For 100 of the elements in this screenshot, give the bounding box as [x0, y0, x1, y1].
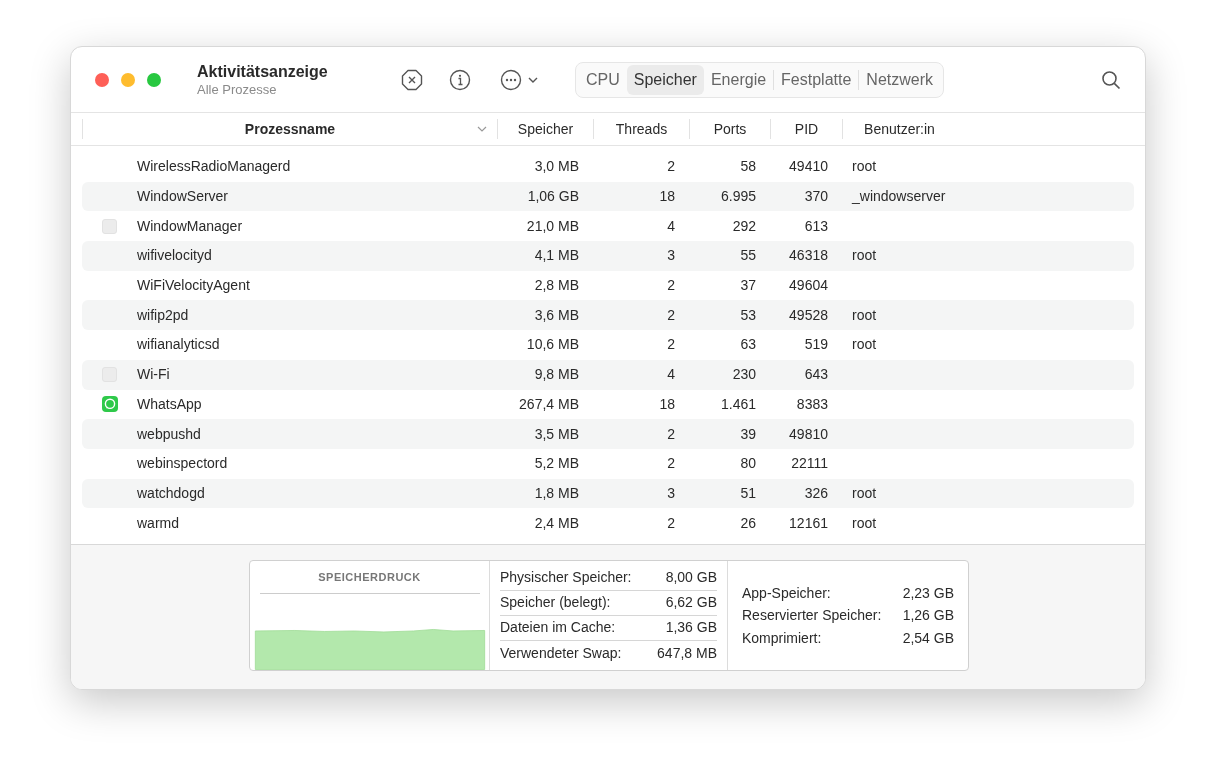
table-cell-text: 2,4 MB	[534, 513, 579, 533]
process-row[interactable]: wifianalyticsd 10,6 MB 2 63 519 root	[82, 330, 1134, 360]
window-title: Aktivitätsanzeige	[197, 61, 329, 82]
table-cell-text: 4	[667, 216, 675, 236]
info-button[interactable]	[448, 67, 472, 92]
stat-value: 1,26 GB	[902, 606, 954, 625]
process-row[interactable]: wifip2pd 3,6 MB 2 53 49528 root	[82, 300, 1134, 331]
table-cell-text: 55	[740, 246, 756, 266]
process-name: WindowServer	[137, 187, 229, 207]
table-cell-text: 63	[740, 335, 756, 355]
process-row[interactable]: webpushd 3,5 MB 2 39 49810	[82, 419, 1134, 449]
info-icon	[449, 68, 471, 91]
table-cell-text: 12161	[789, 513, 828, 533]
table-cell-text: 9,8 MB	[534, 365, 579, 385]
process-name: WirelessRadioManagerd	[137, 157, 291, 177]
tab[interactable]: Netzwerk	[859, 64, 941, 95]
table-cell-text: 2	[667, 276, 675, 296]
close-window-button[interactable]	[95, 72, 109, 87]
process-row[interactable]: WindowManager 21,0 MB 4 292 613	[82, 211, 1134, 242]
table-cell-text: 49604	[789, 276, 828, 296]
stop-icon	[401, 68, 423, 91]
stat-label: Speicher (belegt):	[500, 593, 611, 612]
table-cell-text: 292	[732, 216, 756, 236]
table-cell-text: 46318	[789, 246, 828, 266]
process-name: webinspectord	[137, 454, 228, 474]
process-name: Wi-Fi	[137, 365, 170, 385]
stat-label: Komprimiert:	[742, 628, 822, 648]
column-header[interactable]: Ports	[689, 119, 770, 139]
process-name: WhatsApp	[137, 394, 202, 414]
process-row[interactable]: WhatsApp 267,4 MB 18 1.461 8383	[82, 389, 1134, 420]
process-row[interactable]: WiFiVelocityAgent 2,8 MB 2 37 49604	[82, 270, 1134, 301]
process-row[interactable]: webinspectord 5,2 MB 2 80 22111	[82, 448, 1134, 479]
column-header[interactable]: Threads	[593, 119, 689, 139]
more-options-button[interactable]	[500, 67, 538, 92]
table-cell-text: root	[852, 157, 877, 177]
table-cell-text: root	[852, 513, 877, 533]
app-icon	[102, 218, 117, 234]
caret-icon	[528, 76, 538, 83]
tab[interactable]: CPU	[579, 64, 627, 95]
table-cell-text: 51	[740, 483, 756, 503]
table-cell-text: 80	[740, 454, 756, 474]
table-cell-text: _windowserver	[852, 187, 946, 207]
table-cell-text: 39	[740, 424, 756, 444]
table-cell-text: root	[852, 305, 877, 325]
stat-value: 2,54 GB	[902, 628, 954, 648]
stat-label: Verwendeter Swap:	[500, 643, 622, 663]
table-cell-text: 2	[667, 424, 675, 444]
column-header[interactable]: Prozessname	[82, 119, 497, 139]
process-row[interactable]: warmd 2,4 MB 2 26 12161 root	[82, 508, 1134, 538]
table-cell-text: 2	[667, 335, 675, 355]
process-row[interactable]: watchdogd 1,8 MB 3 51 326 root	[82, 478, 1134, 509]
stat-value: 6,62 GB	[665, 593, 717, 612]
tab[interactable]: Energie	[703, 64, 774, 95]
process-row[interactable]: WirelessRadioManagerd 3,0 MB 2 58 49410 root	[82, 152, 1134, 182]
table-cell-text: 18	[659, 187, 675, 207]
table-cell-text: 370	[804, 187, 828, 207]
table-cell-text: 1,06 GB	[527, 187, 579, 207]
stat-value: 647,8 MB	[657, 643, 717, 663]
table-cell-text: 2	[667, 157, 675, 177]
process-row[interactable]: wifivelocityd 4,1 MB 3 55 46318 root	[82, 241, 1134, 271]
table-cell-text: 49810	[789, 424, 828, 444]
column-header[interactable]: PID	[770, 119, 842, 139]
table-cell-text: 2,8 MB	[534, 276, 579, 296]
stat-value: 8,00 GB	[665, 568, 717, 587]
table-cell-text: 10,6 MB	[526, 335, 579, 355]
table-cell-text: 49410	[789, 157, 828, 177]
table-cell-text: 1,8 MB	[534, 483, 579, 503]
table-cell-text: 8383	[796, 394, 828, 414]
table-cell-text: 2	[667, 305, 675, 325]
stat-label: App-Speicher:	[742, 583, 831, 603]
more-icon	[500, 68, 522, 91]
table-cell-text: 49528	[789, 305, 828, 325]
table-cell-text: 3	[667, 246, 675, 266]
table-cell-text: 18	[659, 394, 675, 414]
process-name: wifivelocityd	[137, 246, 212, 266]
table-cell-text: 267,4 MB	[519, 394, 579, 414]
stop-process-button[interactable]	[400, 67, 424, 92]
process-name: warmd	[137, 513, 179, 533]
table-cell-text: 4	[667, 365, 675, 385]
process-row[interactable]: Wi-Fi 9,8 MB 4 230 643	[82, 359, 1134, 390]
tab[interactable]: Speicher	[626, 64, 704, 95]
table-cell-text: 3,5 MB	[534, 424, 579, 444]
table-cell-text: 53	[740, 305, 756, 325]
sort-caret-icon	[477, 126, 487, 132]
table-cell-text: 519	[804, 335, 828, 355]
table-cell-text: 4,1 MB	[534, 246, 579, 266]
column-header[interactable]: Benutzer:in	[842, 119, 956, 139]
table-cell-text: 643	[804, 365, 828, 385]
table-cell-text: 2	[667, 513, 675, 533]
tab[interactable]: Festplatte	[774, 64, 859, 95]
stat-value: 2,23 GB	[902, 583, 954, 603]
table-cell-text: 37	[740, 276, 756, 296]
window-subtitle: Alle Prozesse	[197, 81, 278, 98]
table-cell-text: 1.461	[720, 394, 756, 414]
search-icon[interactable]	[1101, 69, 1121, 90]
process-row[interactable]: WindowServer 1,06 GB 18 6.995 370 _windowserver	[82, 181, 1134, 212]
table-cell-text: 58	[740, 157, 756, 177]
column-header[interactable]: Speicher	[497, 119, 593, 139]
stat-label: Reservierter Speicher:	[742, 606, 882, 625]
table-cell-text: 5,2 MB	[534, 454, 579, 474]
